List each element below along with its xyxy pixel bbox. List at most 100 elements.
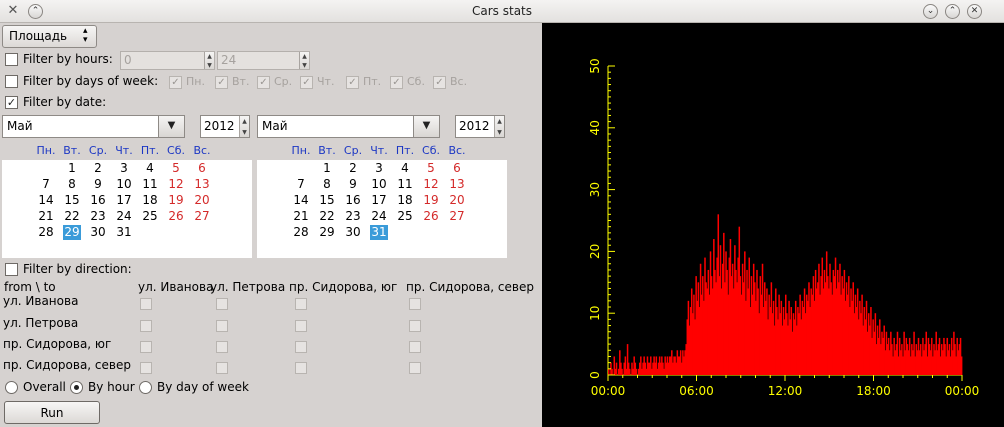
calendar-from[interactable]: 1 2 3 4 5 6 7 8 9 10 11 12 13 14 15 16 17 18 19 20 21 22 23 24 2…	[2, 160, 252, 258]
mode-radio[interactable]	[139, 381, 152, 394]
direction-cell-checkbox[interactable]	[409, 298, 421, 310]
direction-cell-checkbox[interactable]	[216, 298, 228, 310]
calendar-day[interactable]: 8	[318, 177, 336, 192]
spin-arrows-icon[interactable]: ▲ ▼	[204, 52, 214, 69]
calendar-day[interactable]: 23	[344, 209, 362, 224]
direction-filter-checkbox[interactable]	[5, 263, 18, 276]
calendar-to[interactable]: 1 2 3 4 5 6 7 8 9 10 11 12 13 14 15 16 17 18 19 20 21 22 23 24 2…	[257, 160, 507, 258]
calendar-day[interactable]: 17	[115, 193, 133, 208]
direction-cell-checkbox[interactable]	[216, 362, 228, 374]
mode-radio[interactable]	[70, 381, 83, 394]
calendar-day[interactable]: 14	[292, 193, 310, 208]
direction-cell-checkbox[interactable]	[295, 362, 307, 374]
direction-cell-checkbox[interactable]	[216, 320, 228, 332]
calendar-day[interactable]: 25	[141, 209, 159, 224]
day-filter-checkbox[interactable]: ✓	[433, 76, 446, 89]
close-button[interactable]: ✕	[967, 4, 982, 19]
calendar-day[interactable]: 22	[63, 209, 81, 224]
direction-cell-checkbox[interactable]	[140, 362, 152, 374]
calendar-day[interactable]: 5	[422, 161, 440, 176]
dropdown-arrow-icon[interactable]: ▼	[413, 116, 439, 137]
calendar-day[interactable]: 25	[396, 209, 414, 224]
calendar-day[interactable]: 10	[115, 177, 133, 192]
dropdown-arrow-icon[interactable]: ▼	[158, 116, 184, 137]
calendar-day[interactable]: 30	[89, 225, 107, 240]
calendar-day[interactable]: 19	[167, 193, 185, 208]
calendar-day[interactable]: 20	[193, 193, 211, 208]
from-month-select[interactable]: Май ▼	[2, 115, 185, 138]
direction-cell-checkbox[interactable]	[140, 298, 152, 310]
direction-cell-checkbox[interactable]	[409, 320, 421, 332]
maximize-button[interactable]: ⌃	[945, 4, 960, 19]
direction-cell-checkbox[interactable]	[295, 320, 307, 332]
direction-cell-checkbox[interactable]	[409, 362, 421, 374]
calendar-day[interactable]: 10	[370, 177, 388, 192]
calendar-day[interactable]: 16	[344, 193, 362, 208]
hours-filter-checkbox[interactable]	[5, 53, 18, 66]
calendar-selected-day[interactable]: 29	[63, 225, 81, 240]
calendar-day[interactable]: 15	[318, 193, 336, 208]
calendar-day[interactable]: 5	[167, 161, 185, 176]
day-filter-checkbox[interactable]: ✓	[346, 76, 359, 89]
calendar-day[interactable]: 26	[167, 209, 185, 224]
calendar-day[interactable]: 12	[422, 177, 440, 192]
calendar-day[interactable]: 2	[89, 161, 107, 176]
direction-cell-checkbox[interactable]	[216, 341, 228, 353]
direction-cell-checkbox[interactable]	[140, 341, 152, 353]
calendar-day[interactable]: 20	[448, 193, 466, 208]
day-filter-checkbox[interactable]: ✓	[257, 76, 270, 89]
hours-to-spinbox[interactable]: 24 ▲ ▼	[217, 51, 310, 70]
hours-from-spinbox[interactable]: 0 ▲ ▼	[120, 51, 215, 70]
mode-radio[interactable]	[5, 381, 18, 394]
calendar-day[interactable]: 9	[89, 177, 107, 192]
calendar-day[interactable]: 11	[396, 177, 414, 192]
calendar-day[interactable]: 12	[167, 177, 185, 192]
calendar-day[interactable]: 1	[63, 161, 81, 176]
calendar-day[interactable]: 2	[344, 161, 362, 176]
calendar-day[interactable]: 24	[115, 209, 133, 224]
calendar-day[interactable]: 13	[193, 177, 211, 192]
calendar-day[interactable]: 18	[141, 193, 159, 208]
from-year-spinbox[interactable]: 2012 ▲ ▼	[200, 115, 250, 138]
direction-cell-checkbox[interactable]	[295, 341, 307, 353]
calendar-day[interactable]: 23	[89, 209, 107, 224]
calendar-day[interactable]: 4	[396, 161, 414, 176]
calendar-day[interactable]: 24	[370, 209, 388, 224]
calendar-day[interactable]: 1	[318, 161, 336, 176]
calendar-day[interactable]: 27	[448, 209, 466, 224]
day-filter-checkbox[interactable]: ✓	[300, 76, 313, 89]
calendar-day[interactable]: 31	[115, 225, 133, 240]
calendar-day[interactable]: 17	[370, 193, 388, 208]
calendar-day[interactable]: 6	[448, 161, 466, 176]
calendar-day[interactable]: 7	[292, 177, 310, 192]
calendar-day[interactable]: 19	[422, 193, 440, 208]
day-filter-checkbox[interactable]: ✓	[390, 76, 403, 89]
direction-cell-checkbox[interactable]	[295, 298, 307, 310]
calendar-day[interactable]: 28	[292, 225, 310, 240]
date-filter-checkbox[interactable]: ✓	[5, 96, 18, 109]
direction-cell-checkbox[interactable]	[409, 341, 421, 353]
calendar-day[interactable]: 16	[89, 193, 107, 208]
day-filter-checkbox[interactable]: ✓	[169, 76, 182, 89]
calendar-day[interactable]: 30	[344, 225, 362, 240]
calendar-day[interactable]: 3	[115, 161, 133, 176]
calendar-day[interactable]: 21	[292, 209, 310, 224]
direction-cell-checkbox[interactable]	[140, 320, 152, 332]
minimize-button[interactable]: ⌄	[923, 4, 938, 19]
to-year-spinbox[interactable]: 2012 ▲ ▼	[455, 115, 505, 138]
days-filter-checkbox[interactable]	[5, 75, 18, 88]
calendar-day[interactable]: 27	[193, 209, 211, 224]
calendar-day[interactable]: 7	[37, 177, 55, 192]
spin-arrows-icon[interactable]: ▲ ▼	[239, 116, 249, 137]
calendar-day[interactable]: 15	[63, 193, 81, 208]
calendar-day[interactable]: 4	[141, 161, 159, 176]
spin-arrows-icon[interactable]: ▲ ▼	[299, 52, 309, 69]
calendar-day[interactable]: 26	[422, 209, 440, 224]
calendar-day[interactable]: 28	[37, 225, 55, 240]
calendar-day[interactable]: 29	[318, 225, 336, 240]
calendar-day[interactable]: 3	[370, 161, 388, 176]
calendar-day[interactable]: 18	[396, 193, 414, 208]
calendar-selected-day[interactable]: 31	[370, 225, 388, 240]
calendar-day[interactable]: 9	[344, 177, 362, 192]
calendar-day[interactable]: 13	[448, 177, 466, 192]
